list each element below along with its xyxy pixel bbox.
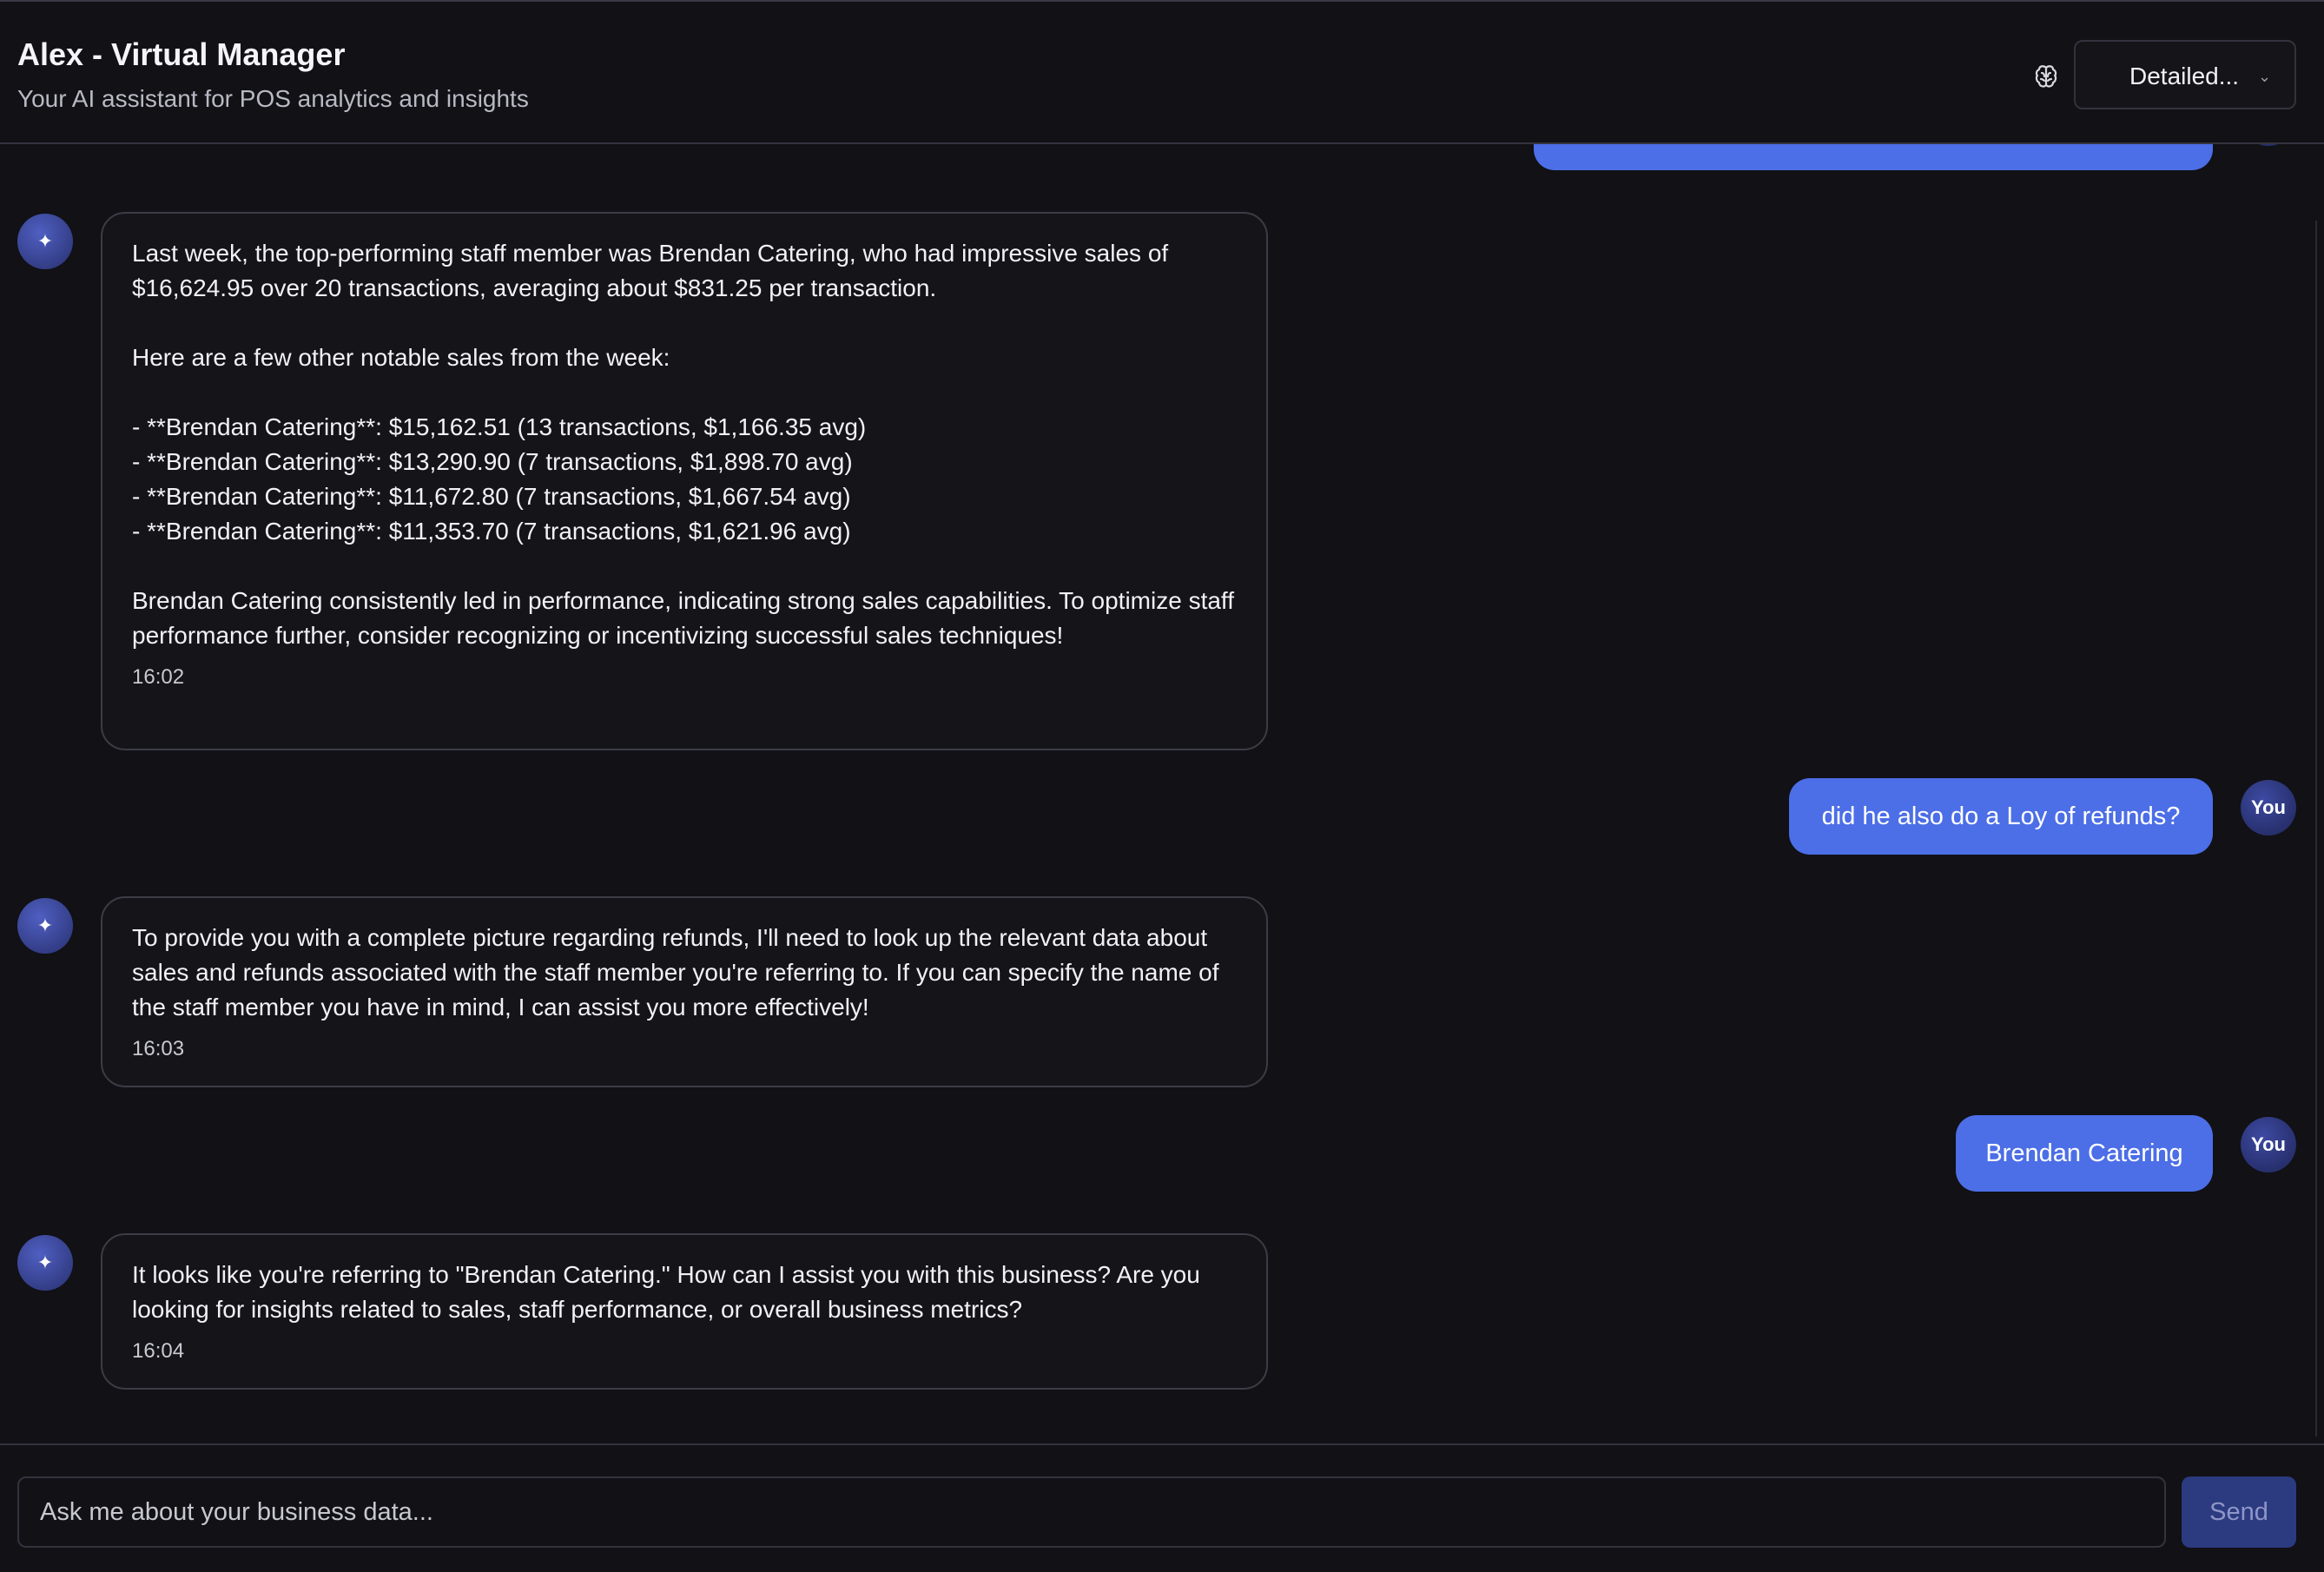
page-subtitle: Your AI assistant for POS analytics and … — [17, 85, 529, 112]
message-timestamp: 16:04 — [132, 1339, 185, 1363]
user-message: did he also do a Loy of refunds? — [1789, 778, 2213, 855]
chevron-down-icon: ⌄ — [2258, 68, 2272, 85]
message-timestamp: 16:02 — [132, 665, 185, 689]
chat-messages[interactable]: ✦ Last week, the top-performing staff me… — [0, 144, 2324, 1443]
response-mode-value: Detailed... — [2129, 63, 2240, 89]
brain-icon[interactable] — [2029, 59, 2063, 94]
message-composer: Send — [0, 1443, 2324, 1572]
response-mode-select[interactable]: Detailed... ⌄ — [2074, 40, 2296, 109]
virtual-manager-app: Alex - Virtual Manager Your AI assistant… — [0, 0, 2324, 1572]
chat-header: Alex - Virtual Manager Your AI assistant… — [0, 0, 2324, 144]
sparkle-icon: ✦ — [36, 915, 54, 936]
user-avatar: You — [2241, 780, 2296, 836]
user-avatar — [2241, 144, 2296, 146]
sparkle-icon: ✦ — [36, 230, 54, 252]
assistant-message: Last week, the top-performing staff memb… — [101, 212, 1268, 750]
assistant-avatar: ✦ — [17, 214, 73, 269]
user-message-partial — [1534, 144, 2213, 170]
assistant-avatar: ✦ — [17, 1235, 73, 1291]
message-text: Last week, the top-performing staff memb… — [132, 240, 1234, 649]
send-button[interactable]: Send — [2182, 1476, 2296, 1548]
sparkle-icon: ✦ — [36, 1252, 54, 1273]
user-message: Brendan Catering — [1956, 1115, 2213, 1192]
message-text: To provide you with a complete picture r… — [132, 924, 1226, 1020]
assistant-message: It looks like you're referring to "Brend… — [101, 1233, 1268, 1390]
page-title: Alex - Virtual Manager — [17, 36, 346, 72]
assistant-avatar: ✦ — [17, 898, 73, 954]
chat-scrollbar[interactable] — [2315, 221, 2324, 1437]
user-avatar: You — [2241, 1117, 2296, 1172]
assistant-message: To provide you with a complete picture r… — [101, 896, 1268, 1087]
message-timestamp: 16:03 — [132, 1037, 185, 1060]
message-input[interactable] — [17, 1476, 2166, 1548]
message-text: It looks like you're referring to "Brend… — [132, 1261, 1207, 1323]
